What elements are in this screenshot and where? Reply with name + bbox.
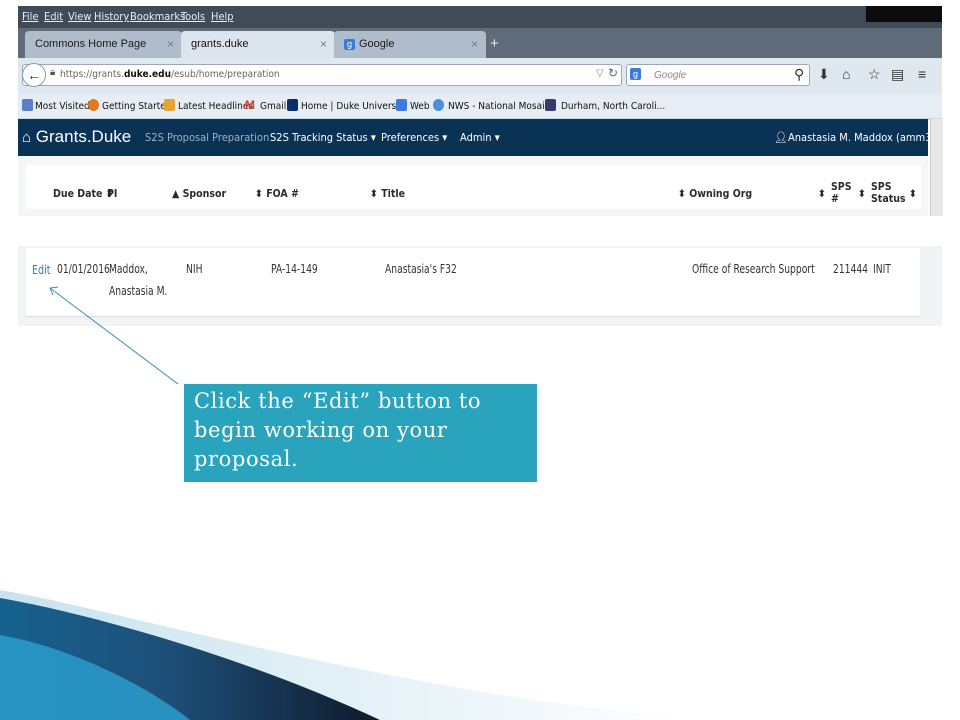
instruction-callout: Click the “Edit” button to begin working… xyxy=(184,384,537,482)
decorative-swoosh xyxy=(0,590,700,720)
